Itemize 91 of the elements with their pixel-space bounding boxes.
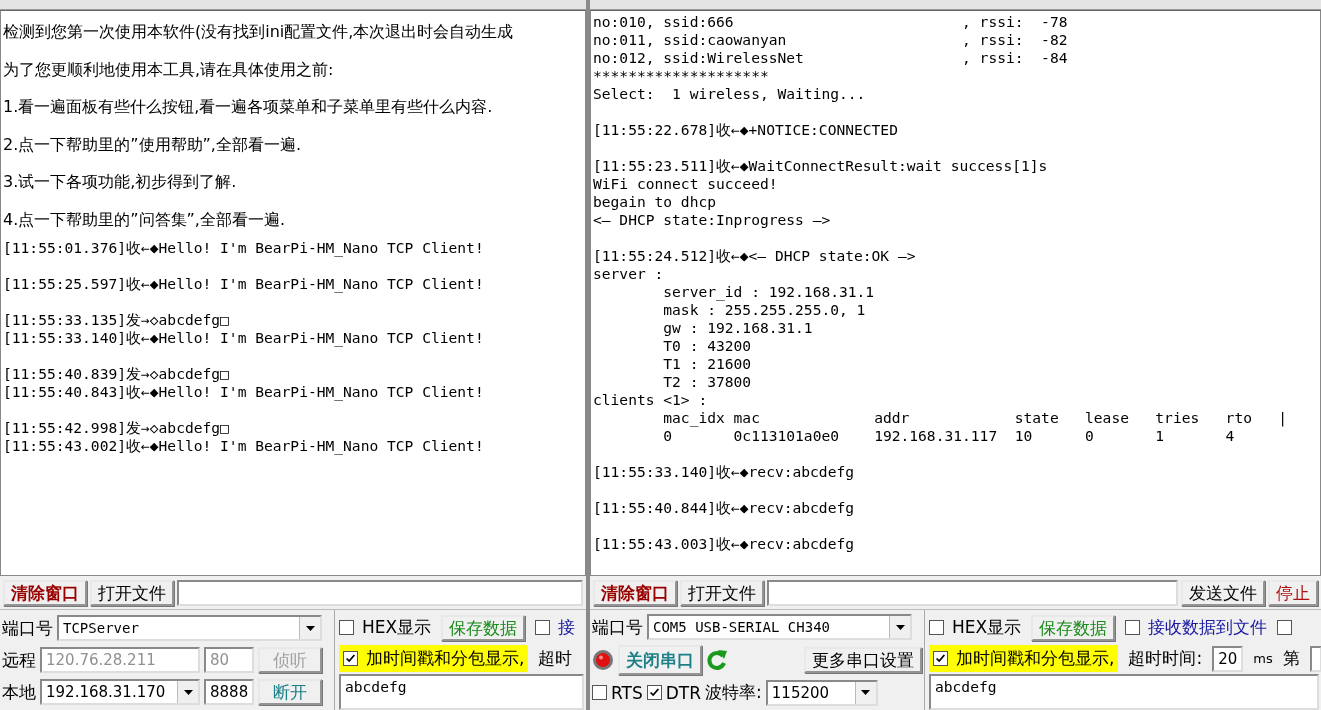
port-select[interactable]: TCPServer: [57, 615, 322, 641]
log-line: [11:55:33.135]发→◇abcdefg□: [3, 310, 229, 329]
log-line: mask : 255.255.255.0, 1: [662, 301, 866, 319]
more-settings-button[interactable]: 更多串口设置: [804, 647, 922, 673]
log-line: [11:55:25.597]收←◆Hello! I'm BearPi-HM_Nano TCP Client!: [3, 274, 484, 293]
option-label: 超时时间:: [1128, 647, 1203, 670]
option-label: 第: [1282, 647, 1300, 670]
send-text-field[interactable]: abcdefg: [339, 674, 584, 710]
toolbar-button[interactable]: 清除窗口: [593, 579, 677, 606]
log-line: no:010, ssid:666 , rssi: -78: [593, 13, 1068, 31]
caret-icon: [183, 689, 193, 695]
log-line: [11:55:40.843]收←◆Hello! I'm BearPi-HM_Nano TCP Client!: [3, 382, 484, 401]
checkbox[interactable]: [339, 620, 354, 635]
checkbox[interactable]: [592, 685, 607, 701]
log-line: clients <1> :: [593, 391, 708, 409]
log-line: WiFi connect succeed!: [593, 175, 778, 193]
checkbox[interactable]: [1277, 620, 1293, 635]
refresh-icon[interactable]: [706, 648, 728, 672]
checkbox-label[interactable]: 加时间戳和分包显示,: [956, 647, 1115, 670]
checkbox-label[interactable]: 接: [558, 616, 576, 639]
local-address-select[interactable]: 192.168.31.170: [40, 679, 200, 705]
local-port-field[interactable]: 8888: [204, 679, 254, 705]
input-field[interactable]: [1309, 645, 1321, 672]
log-line: [11:55:24.512]收←◆<— DHCP state:OK —>: [593, 247, 916, 265]
notice-text: 2.点一下帮助里的”使用帮助”,全部看一遍.: [3, 133, 301, 156]
log-line: [11:55:33.140]收←◆Hello! I'm BearPi-HM_Nano TCP Client!: [3, 328, 484, 347]
baud-rate-label: 波特率:: [705, 681, 762, 705]
timeout-field[interactable]: 20: [1212, 645, 1244, 672]
port-label: 端口号: [592, 615, 643, 639]
disconnect-button[interactable]: 断开: [258, 679, 322, 705]
toolbar-button[interactable]: 打开文件: [680, 579, 764, 606]
log-line: server_id : 192.168.31.1: [662, 283, 875, 301]
unit-label: ms: [1253, 651, 1273, 666]
save-data-button[interactable]: 保存数据: [441, 614, 526, 641]
checkbox[interactable]: [1125, 620, 1141, 635]
port-select[interactable]: COM5 USB-SERIAL CH340: [647, 614, 912, 641]
notice-text: 检测到您第一次使用本软件(没有找到ini配置文件,本次退出时会自动生成: [3, 21, 514, 43]
log-line: [11:55:40.839]发→◇abcdefg□: [3, 364, 229, 383]
log-line: gw : 192.168.31.1: [662, 319, 813, 337]
log-line: mac_idx mac addr state lease tries rto |: [662, 409, 1288, 427]
log-line: [11:55:22.678]收←◆+NOTICE:CONNECTED: [593, 121, 898, 139]
log-line: [11:55:43.002]收←◆Hello! I'm BearPi-HM_Nano TCP Client!: [3, 436, 484, 455]
log-line: server :: [593, 265, 664, 283]
checkbox-label[interactable]: HEX显示: [362, 616, 432, 639]
caret-icon: [895, 624, 905, 630]
checkbox[interactable]: [646, 685, 662, 701]
port-label: 端口号: [2, 616, 53, 640]
log-line: [11:55:42.998]发→◇abcdefg□: [3, 418, 229, 437]
checkbox[interactable]: [343, 651, 358, 666]
checkbox[interactable]: [929, 620, 944, 635]
checkbox[interactable]: [535, 620, 551, 635]
log-line: [11:55:40.844]收←◆recv:abcdefg: [593, 499, 854, 517]
checkbox-label[interactable]: 加时间戳和分包显示,: [366, 647, 525, 670]
notice-text: 3.试一下各项功能,初步得到了解.: [3, 171, 237, 194]
send-text-field[interactable]: abcdefg: [929, 674, 1319, 710]
log-line: no:012, ssid:WirelessNet , rssi: -84: [593, 49, 1068, 67]
file-path-field[interactable]: [767, 579, 1178, 606]
toolbar-button[interactable]: 清除窗口: [3, 579, 87, 606]
log-line: [11:55:33.140]收←◆recv:abcdefg: [593, 463, 854, 481]
notice-text: 4.点一下帮助里的”问答集”,全部看一遍.: [3, 208, 285, 231]
log-line: [11:55:01.376]收←◆Hello! I'm BearPi-HM_Nano TCP Client!: [3, 238, 484, 257]
remote-label: 远程: [2, 648, 36, 672]
log-line: no:011, ssid:caowanyan , rssi: -82: [593, 31, 1068, 49]
toolbar-button[interactable]: 停止: [1268, 579, 1318, 606]
close-port-button[interactable]: 关闭串口: [618, 645, 702, 675]
log-line: begain to dhcp: [593, 193, 716, 211]
option-label: 超时: [538, 647, 573, 670]
log-line: T1 : 21600: [662, 355, 752, 373]
local-label: 本地: [2, 680, 36, 704]
rts-label: RTS: [611, 682, 643, 703]
log-line: Select: 1 wireless, Waiting...: [593, 85, 866, 103]
notice-text: 为了您更顺利地使用本工具,请在具体使用之前:: [3, 58, 334, 81]
caret-icon: [305, 625, 315, 631]
log-line: [11:55:43.003]收←◆recv:abcdefg: [593, 535, 854, 553]
checkbox[interactable]: [933, 651, 948, 666]
log-line: 0 0c113101a0e0 192.168.31.117 10 0 1 4: [662, 427, 1235, 445]
file-path-field[interactable]: [177, 579, 583, 606]
log-line: [11:55:23.511]收←◆WaitConnectResult:wait success[1]s: [593, 157, 1048, 175]
toolbar-button[interactable]: 发送文件: [1181, 579, 1265, 606]
toolbar-button[interactable]: 打开文件: [90, 579, 174, 606]
log-line: T0 : 43200: [662, 337, 752, 355]
caret-icon: [861, 690, 871, 696]
log-line: ********************: [593, 67, 769, 85]
checkbox-label[interactable]: 接收数据到文件: [1148, 616, 1268, 639]
checkbox-label[interactable]: HEX显示: [952, 616, 1022, 639]
baud-rate-select[interactable]: 115200: [765, 679, 878, 706]
save-data-button[interactable]: 保存数据: [1031, 614, 1116, 641]
notice-text: 1.看一遍面板有些什么按钮,看一遍各项菜单和子菜单里有些什么内容.: [3, 96, 493, 119]
dtr-label: DTR: [665, 682, 702, 703]
log-line: <— DHCP state:Inprogress —>: [593, 211, 831, 229]
log-line: T2 : 37800: [662, 373, 752, 391]
